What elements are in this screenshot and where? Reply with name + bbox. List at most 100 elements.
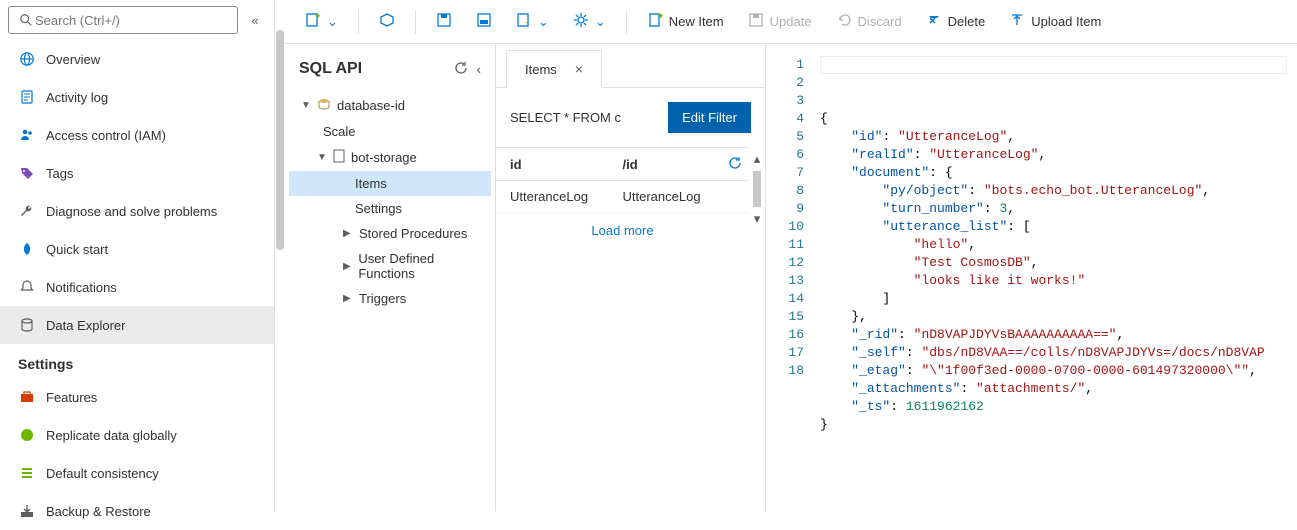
nav-diagnose[interactable]: Diagnose and solve problems [0,192,274,230]
nav-features[interactable]: Features [0,378,274,416]
nav-label: Quick start [46,242,108,257]
nav-access-control[interactable]: Access control (IAM) [0,116,274,154]
delete-button[interactable]: Delete [916,6,996,37]
tree-title: SQL API [299,60,362,78]
nav-overview[interactable]: Overview [0,40,274,78]
nav-label: Activity log [46,90,108,105]
tree-settings[interactable]: Settings [289,196,491,221]
wrench-icon [18,202,36,220]
open-query-button[interactable] [466,6,502,37]
backup-icon [18,502,36,520]
fullscreen-button[interactable] [369,6,405,37]
scroll-down-icon[interactable]: ▾ [754,211,761,227]
query-icon: + [516,12,532,31]
nav-label: Overview [46,52,100,67]
collapse-sidebar-button[interactable]: « [244,13,266,28]
nav-label: Data Explorer [46,318,125,333]
save-query-button[interactable] [426,6,462,37]
bell-icon [18,278,36,296]
tb-label: Delete [948,14,986,29]
col-pk: /id [609,157,722,172]
tree-sprocs[interactable]: ▶ Stored Procedures [289,221,491,246]
new-icon: ✦ [305,12,321,31]
chevron-down-icon: ⌄ [538,14,549,30]
log-icon [18,88,36,106]
filter-query: SELECT * FROM c [510,110,621,125]
tb-label: New Item [669,14,724,29]
nav-label: Diagnose and solve problems [46,204,217,219]
tree-triggers[interactable]: ▶Triggers [289,286,491,311]
search-icon [17,11,35,29]
collapse-tree-button[interactable]: ‹ [476,61,481,78]
nav-tags[interactable]: Tags [0,154,274,192]
new-item-icon: ✦ [647,12,663,31]
save-icon [436,12,452,31]
cube-icon [379,12,395,31]
briefcase-icon [18,388,36,406]
items-list-header: id /id [496,147,749,181]
nav-label: Notifications [46,280,117,295]
search-box[interactable] [8,6,238,34]
edit-filter-button[interactable]: Edit Filter [668,102,751,133]
refresh-list-button[interactable] [721,156,749,173]
tree-udfs[interactable]: ▶ User Defined Functions [289,246,491,286]
delete-icon [926,12,942,31]
tree-label: Stored Procedures [359,226,467,241]
tree-label: User Defined Functions [358,251,485,281]
tree-database[interactable]: ▼ database-id [289,92,491,119]
scroll-up-icon[interactable]: ▴ [754,151,761,167]
tab-label: Items [525,62,557,77]
tab-items[interactable]: Items × [506,50,602,88]
nav-notifications[interactable]: Notifications [0,268,274,306]
data-explorer-toolbar: ✦⌄ +⌄ ⌄ ✦New Item Update Discard Delete … [285,0,1297,44]
search-input[interactable] [35,13,229,28]
refresh-tree-button[interactable] [454,61,468,78]
nav-label: Backup & Restore [46,504,151,519]
main-area: ✦⌄ +⌄ ⌄ ✦New Item Update Discard Delete … [285,0,1297,511]
tree-scale[interactable]: Scale [289,119,491,144]
nav-label: Features [46,390,97,405]
nav-data-explorer[interactable]: Data Explorer [0,306,274,344]
tree-items[interactable]: Items [289,171,491,196]
undo-icon [836,12,852,31]
close-icon[interactable]: × [575,61,583,77]
sidebar-scrollbar[interactable] [275,0,285,511]
rocket-icon [18,240,36,258]
list-item[interactable]: UtteranceLog UtteranceLog [496,181,749,213]
upload-icon [1009,12,1025,31]
caret-right-icon: ▶ [343,228,353,239]
new-item-button[interactable]: ✦ New Item [637,6,734,37]
nav-label: Tags [46,166,73,181]
caret-right-icon: ▶ [343,261,352,272]
upload-item-button[interactable]: Upload Item [999,6,1111,37]
update-button: Update [738,6,822,37]
nav-label: Access control (IAM) [46,128,166,143]
caret-right-icon: ▶ [343,293,353,304]
nav-backup[interactable]: Backup & Restore [0,492,274,530]
nav-activity-log[interactable]: Activity log [0,78,274,116]
tree-container[interactable]: ▼ bot-storage [289,144,491,171]
nav-label: Replicate data globally [46,428,177,443]
nav-replicate[interactable]: Replicate data globally [0,416,274,454]
settings-button[interactable]: ⌄ [563,6,616,37]
resource-tree: SQL API ‹ ▼ database-id Scale ▼ bot-stor… [285,44,495,511]
settings-header: Settings [0,344,274,378]
new-container-button[interactable]: ✦⌄ [295,6,348,37]
items-scrollbar[interactable]: ▴ ▾ [749,147,765,248]
load-more-link[interactable]: Load more [496,213,749,248]
chevron-down-icon: ⌄ [595,14,606,30]
nav-quick-start[interactable]: Quick start [0,230,274,268]
database-icon [317,97,331,114]
container-label: bot-storage [351,150,417,165]
nav-consistency[interactable]: Default consistency [0,454,274,492]
open-icon [476,12,492,31]
discard-button: Discard [826,6,912,37]
cell-id: UtteranceLog [496,189,609,204]
document-icon [333,149,345,166]
caret-down-icon: ▼ [301,100,311,111]
editor-gutter: 123456789101112131415161718 [766,44,814,511]
new-sql-query-button[interactable]: +⌄ [506,6,559,37]
tree-label: Scale [323,124,356,139]
col-id: id [496,157,609,172]
json-editor[interactable]: { "id": "UtteranceLog", "realId": "Utter… [814,44,1297,511]
